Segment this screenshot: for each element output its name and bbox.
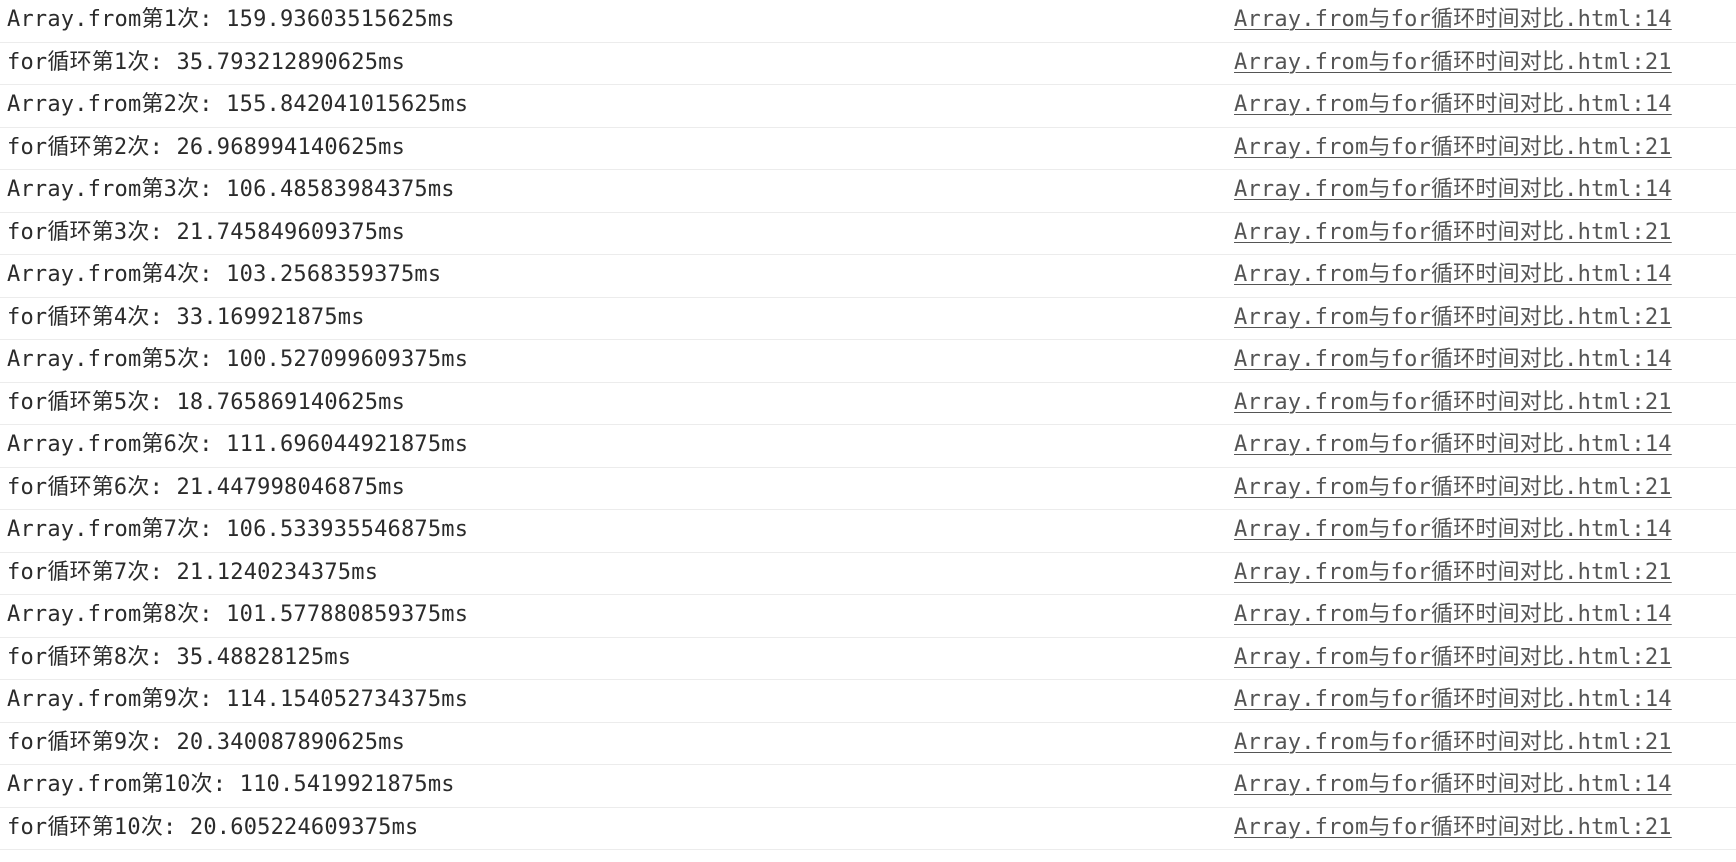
source-link[interactable]: Array.from与for循环时间对比.html:14 — [1234, 770, 1672, 800]
source-link[interactable]: Array.from与for循环时间对比.html:21 — [1234, 558, 1672, 588]
log-message: for循环第2次: 26.968994140625ms — [7, 134, 406, 160]
console-log-row: for循环第2次: 26.968994140625ms Array.from与f… — [0, 128, 1736, 170]
source-link[interactable]: Array.from与for循环时间对比.html:14 — [1234, 345, 1672, 375]
console-log-row: Array.from第9次: 114.154052734375ms Array.… — [0, 680, 1736, 723]
log-message: Array.from第9次: 114.154052734375ms — [7, 687, 469, 712]
source-link[interactable]: Array.from与for循环时间对比.html:14 — [1234, 90, 1672, 120]
source-link[interactable]: Array.from与for循环时间对比.html:21 — [1234, 728, 1672, 758]
console-log-row: Array.from第5次: 100.527099609375ms Array.… — [0, 340, 1736, 383]
console-log-row: Array.from第7次: 106.533935546875ms Array.… — [0, 510, 1736, 553]
log-message: for循环第4次: 33.169921875ms — [7, 304, 365, 330]
console-log-row: Array.from第10次: 110.5419921875ms Array.f… — [0, 765, 1736, 808]
console-log-row: for循环第3次: 21.745849609375ms Array.from与f… — [0, 213, 1736, 255]
log-message: for循环第1次: 35.793212890625ms — [7, 49, 406, 75]
source-link[interactable]: Array.from与for循环时间对比.html:14 — [1234, 260, 1672, 290]
log-message: for循环第10次: 20.605224609375ms — [7, 814, 419, 840]
source-link[interactable]: Array.from与for循环时间对比.html:21 — [1234, 473, 1672, 503]
source-link[interactable]: Array.from与for循环时间对比.html:21 — [1234, 303, 1672, 333]
log-message: for循环第6次: 21.447998046875ms — [7, 474, 406, 500]
console-log-row: for循环第4次: 33.169921875ms Array.from与for循… — [0, 298, 1736, 340]
source-link[interactable]: Array.from与for循环时间对比.html:21 — [1234, 48, 1672, 78]
console-log-row: Array.from第2次: 155.842041015625ms Array.… — [0, 85, 1736, 128]
log-message: Array.from第6次: 111.696044921875ms — [7, 432, 469, 457]
source-link[interactable]: Array.from与for循环时间对比.html:21 — [1234, 813, 1672, 843]
log-message: Array.from第7次: 106.533935546875ms — [7, 517, 469, 542]
console-log-row: for循环第9次: 20.340087890625ms Array.from与f… — [0, 723, 1736, 765]
console-log-row: for循环第5次: 18.765869140625ms Array.from与f… — [0, 383, 1736, 425]
log-message: for循环第3次: 21.745849609375ms — [7, 219, 406, 245]
source-link[interactable]: Array.from与for循环时间对比.html:21 — [1234, 388, 1672, 418]
source-link[interactable]: Array.from与for循环时间对比.html:14 — [1234, 430, 1672, 460]
source-link[interactable]: Array.from与for循环时间对比.html:21 — [1234, 133, 1672, 163]
source-link[interactable]: Array.from与for循环时间对比.html:14 — [1234, 5, 1672, 35]
source-link[interactable]: Array.from与for循环时间对比.html:14 — [1234, 685, 1672, 715]
log-message: for循环第8次: 35.48828125ms — [7, 644, 352, 670]
source-link[interactable]: Array.from与for循环时间对比.html:21 — [1234, 218, 1672, 248]
console-log-row: Array.from第6次: 111.696044921875ms Array.… — [0, 425, 1736, 468]
log-message: Array.from第8次: 101.577880859375ms — [7, 602, 469, 627]
console-log-panel: Array.from第1次: 159.93603515625ms Array.f… — [0, 0, 1736, 850]
source-link[interactable]: Array.from与for循环时间对比.html:14 — [1234, 175, 1672, 205]
console-log-row: for循环第6次: 21.447998046875ms Array.from与f… — [0, 468, 1736, 510]
console-log-row: Array.from第4次: 103.2568359375ms Array.fr… — [0, 255, 1736, 298]
console-log-row: for循环第8次: 35.48828125ms Array.from与for循环… — [0, 638, 1736, 680]
log-message: Array.from第2次: 155.842041015625ms — [7, 92, 469, 117]
log-message: Array.from第3次: 106.48583984375ms — [7, 177, 455, 202]
log-message: Array.from第1次: 159.93603515625ms — [7, 7, 455, 32]
log-message: Array.from第10次: 110.5419921875ms — [7, 772, 455, 797]
log-message: Array.from第4次: 103.2568359375ms — [7, 262, 442, 287]
log-message: Array.from第5次: 100.527099609375ms — [7, 347, 469, 372]
console-log-row: Array.from第8次: 101.577880859375ms Array.… — [0, 595, 1736, 638]
console-log-row: for循环第1次: 35.793212890625ms Array.from与f… — [0, 43, 1736, 85]
console-log-row: for循环第7次: 21.1240234375ms Array.from与for… — [0, 553, 1736, 595]
log-message: for循环第5次: 18.765869140625ms — [7, 389, 406, 415]
console-log-row: for循环第10次: 20.605224609375ms Array.from与… — [0, 808, 1736, 850]
log-message: for循环第7次: 21.1240234375ms — [7, 559, 379, 585]
source-link[interactable]: Array.from与for循环时间对比.html:21 — [1234, 643, 1672, 673]
console-log-row: Array.from第3次: 106.48583984375ms Array.f… — [0, 170, 1736, 213]
source-link[interactable]: Array.from与for循环时间对比.html:14 — [1234, 600, 1672, 630]
source-link[interactable]: Array.from与for循环时间对比.html:14 — [1234, 515, 1672, 545]
console-log-row: Array.from第1次: 159.93603515625ms Array.f… — [0, 0, 1736, 43]
log-message: for循环第9次: 20.340087890625ms — [7, 729, 406, 755]
